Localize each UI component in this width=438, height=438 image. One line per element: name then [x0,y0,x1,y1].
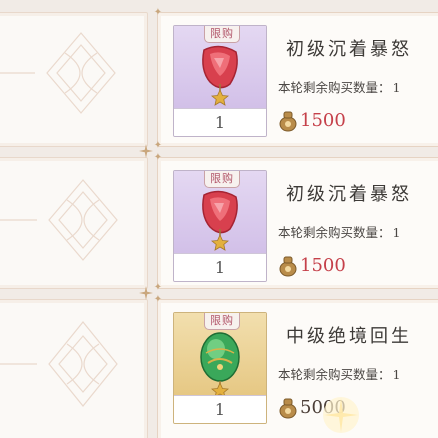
shop-screen: ✦ ✦ 限购 1 初级沉着暴怒 本轮剩余购买数量： 1 1500 ✦ ✦ 限购 … [0,0,438,438]
shop-item-card-3[interactable]: ✦ 限购 1 中级绝境回生 本轮剩余购买数量： 1 5000 [154,295,438,438]
item-slot[interactable]: 限购 1 [173,312,267,424]
item-quantity: 1 [174,395,266,423]
corner-star-icon: ✦ [153,7,163,18]
remaining-stock-value: 1 [392,80,401,95]
shop-item-card-2[interactable]: ✦ ✦ 限购 1 初级沉着暴怒 本轮剩余购买数量： 1 1500 [154,153,438,293]
item-slot[interactable]: 限购 1 [173,170,267,282]
remaining-stock-value: 1 [392,225,401,240]
money-bag-icon [279,256,297,277]
price-value: 5000 [300,397,346,418]
remaining-stock-label: 本轮剩余购买数量： [278,80,391,95]
limit-purchase-tag: 限购 [204,313,240,330]
item-name: 初级沉着暴怒 [286,39,412,60]
item-name: 初级沉着暴怒 [286,184,412,205]
corner-star-icon: ✦ [153,140,163,151]
remaining-stock-value: 1 [392,367,401,382]
remaining-stock: 本轮剩余购买数量： 1 [278,222,400,241]
ornament-pattern-icon [0,179,118,261]
item-name: 中级绝境回生 [286,326,412,347]
corner-star-icon: ✦ [153,282,163,293]
red-crystal-pendant-icon [202,45,238,106]
price-value: 1500 [300,255,346,276]
corner-star-icon: ✦ [153,294,163,305]
left-shop-card-3[interactable] [0,299,148,438]
green-dragon-egg-icon [200,332,240,397]
remaining-stock: 本轮剩余购买数量： 1 [278,77,400,96]
left-shop-card-2[interactable] [0,157,148,289]
left-shop-card-1[interactable] [0,12,148,147]
price-value: 1500 [300,110,346,131]
item-slot[interactable]: 限购 1 [173,25,267,137]
red-crystal-pendant-icon [202,190,238,251]
money-bag-icon [279,398,297,419]
money-bag-icon [279,111,297,132]
remaining-stock-label: 本轮剩余购买数量： [278,225,391,240]
shop-item-card-1[interactable]: ✦ ✦ 限购 1 初级沉着暴怒 本轮剩余购买数量： 1 1500 [154,8,438,151]
item-quantity: 1 [174,253,266,281]
corner-star-icon: ✦ [153,152,163,163]
limit-purchase-tag: 限购 [204,26,240,43]
limit-purchase-tag: 限购 [204,171,240,188]
ornament-pattern-icon [0,32,116,114]
ornament-pattern-icon [0,321,118,407]
item-quantity: 1 [174,108,266,136]
remaining-stock-label: 本轮剩余购买数量： [278,367,391,382]
remaining-stock: 本轮剩余购买数量： 1 [278,364,400,383]
